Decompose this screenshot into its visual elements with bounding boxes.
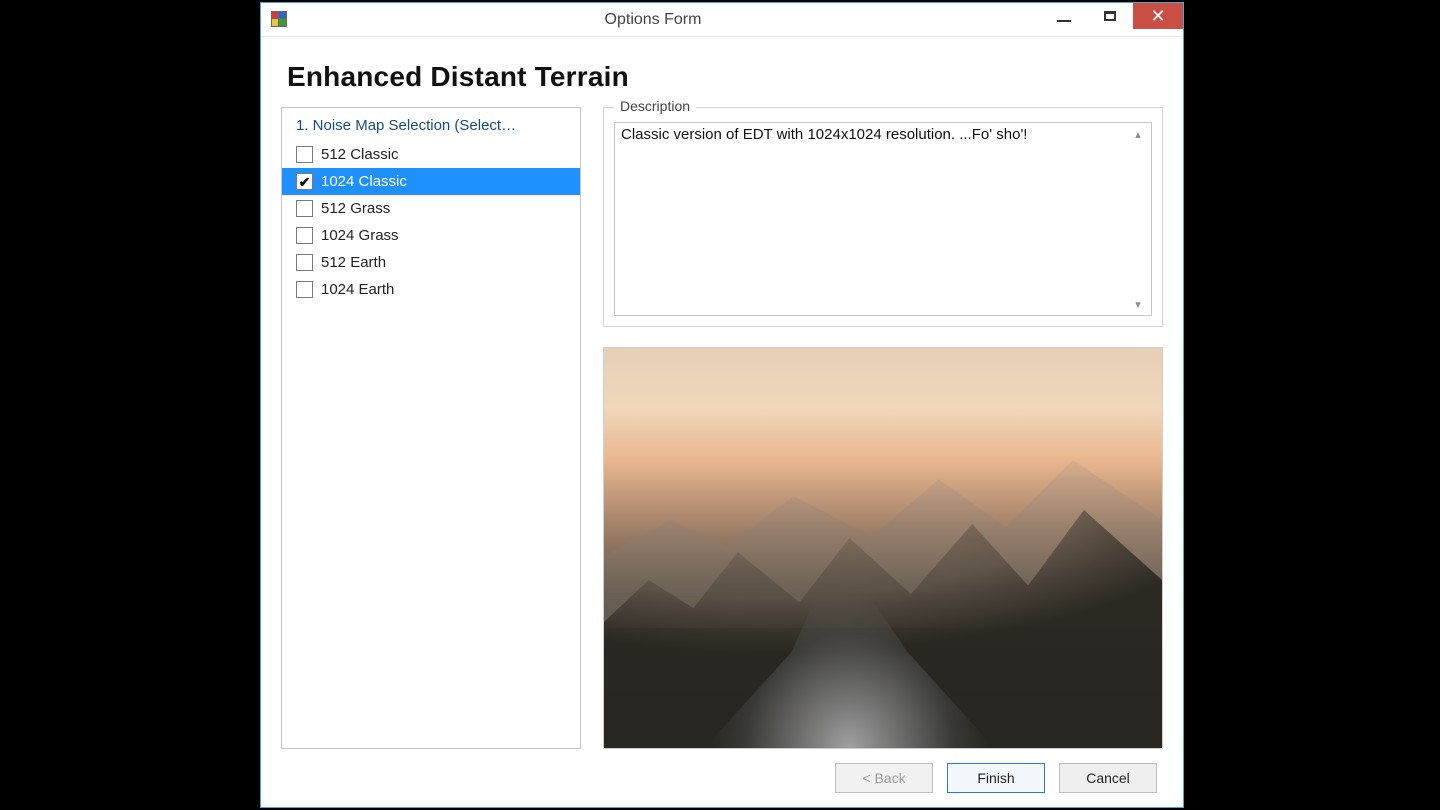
close-button[interactable]: ✕ bbox=[1133, 3, 1183, 29]
titlebar: Options Form ✕ bbox=[261, 3, 1183, 37]
button-row: < Back Finish Cancel bbox=[281, 749, 1163, 793]
option-label: 512 Classic bbox=[321, 146, 399, 163]
content-row: 1. Noise Map Selection (Select… 512 Clas… bbox=[281, 107, 1163, 749]
section-header: 1. Noise Map Selection (Select… bbox=[282, 112, 580, 141]
option-label: 1024 Grass bbox=[321, 227, 399, 244]
maximize-button[interactable] bbox=[1087, 2, 1133, 30]
scroll-up-icon[interactable]: ▴ bbox=[1129, 125, 1147, 143]
description-legend: Description bbox=[614, 98, 696, 114]
minimize-button[interactable] bbox=[1041, 2, 1087, 30]
option-1024-grass[interactable]: 1024 Grass bbox=[282, 222, 580, 249]
description-text: Classic version of EDT with 1024x1024 re… bbox=[621, 126, 1027, 143]
back-button: < Back bbox=[835, 763, 933, 793]
cancel-button[interactable]: Cancel bbox=[1059, 763, 1157, 793]
description-group: Description Classic version of EDT with … bbox=[603, 107, 1163, 327]
options-window: Options Form ✕ Enhanced Distant Terrain … bbox=[260, 2, 1184, 808]
option-1024-earth[interactable]: 1024 Earth bbox=[282, 276, 580, 303]
window-controls: ✕ bbox=[1041, 3, 1183, 36]
right-column: Description Classic version of EDT with … bbox=[603, 107, 1163, 749]
checkbox-icon[interactable]: ✔ bbox=[296, 173, 313, 190]
checkbox-icon[interactable] bbox=[296, 227, 313, 244]
checkbox-icon[interactable] bbox=[296, 281, 313, 298]
page-title: Enhanced Distant Terrain bbox=[287, 61, 1159, 93]
app-icon bbox=[271, 11, 289, 29]
description-textbox[interactable]: Classic version of EDT with 1024x1024 re… bbox=[614, 122, 1152, 316]
option-512-grass[interactable]: 512 Grass bbox=[282, 195, 580, 222]
option-512-classic[interactable]: 512 Classic bbox=[282, 141, 580, 168]
checkbox-icon[interactable] bbox=[296, 200, 313, 217]
client-area: Enhanced Distant Terrain 1. Noise Map Se… bbox=[261, 37, 1183, 807]
option-label: 1024 Classic bbox=[321, 173, 407, 190]
checkbox-icon[interactable] bbox=[296, 146, 313, 163]
scroll-down-icon[interactable]: ▾ bbox=[1129, 295, 1147, 313]
option-512-earth[interactable]: 512 Earth bbox=[282, 249, 580, 276]
window-title: Options Form bbox=[265, 11, 1041, 29]
checkbox-icon[interactable] bbox=[296, 254, 313, 271]
option-label: 512 Earth bbox=[321, 254, 386, 271]
option-1024-classic[interactable]: ✔ 1024 Classic bbox=[282, 168, 580, 195]
option-label: 1024 Earth bbox=[321, 281, 394, 298]
option-list[interactable]: 1. Noise Map Selection (Select… 512 Clas… bbox=[281, 107, 581, 749]
preview-image bbox=[603, 347, 1163, 749]
option-label: 512 Grass bbox=[321, 200, 390, 217]
finish-button[interactable]: Finish bbox=[947, 763, 1045, 793]
